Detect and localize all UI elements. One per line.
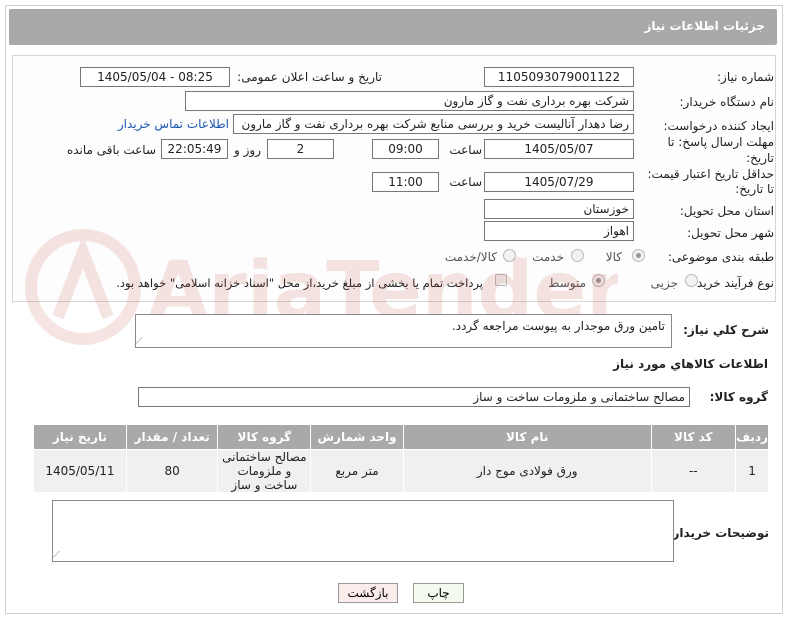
description-label: شرح كلي نياز: (683, 323, 769, 337)
col-name: نام کالا (402, 424, 652, 450)
cell-name: ورق فولادی موج دار (402, 449, 652, 493)
remaining-time-field: 22:05:49 (161, 139, 228, 159)
description-textarea: تامین ورق موجدار به پیوست مراجعه گردد. (134, 314, 672, 348)
cell-code: -- (650, 449, 737, 493)
process-label: نوع فرآیند خرید : (689, 276, 774, 290)
deadline-time-label: ساعت (449, 143, 482, 157)
col-group: گروه کالا (217, 424, 312, 450)
back-button[interactable]: بازگشت (338, 583, 398, 603)
cell-group: مصالح ساختمانی و ملزومات ساخت و ساز (217, 449, 312, 493)
deadline-label: مهلت ارسال پاسخ: تا (667, 135, 774, 149)
city-label: شهر محل تحویل: (687, 226, 774, 240)
page-title: جزئیات اطلاعات نیاز (644, 19, 765, 33)
cell-qty: 80 (125, 449, 219, 493)
days-label: روز و (234, 143, 261, 157)
buyer-notes-label: توضیحات خریدار: (667, 526, 769, 540)
table-row: 1405/05/11 80 مصالح ساختمانی و ملزومات س… (33, 449, 769, 493)
need-number-label: شماره نیاز: (717, 70, 774, 84)
process-option-medium: متوسط (548, 276, 586, 290)
category-label: طبقه بندی موضوعی: (667, 250, 774, 264)
buyer-notes-textarea (51, 500, 674, 562)
cell-unit: متر مربع (310, 449, 404, 493)
announce-field: 1405/05/04 - 08:25 (80, 67, 230, 87)
cell-row: 1 (735, 449, 769, 493)
price-valid-time-field: 11:00 (372, 172, 439, 192)
resize-handle-icon[interactable] (51, 551, 67, 559)
province-label: استان محل تحویل: (679, 204, 774, 218)
col-unit: واحد شمارش (310, 424, 404, 450)
process-option-minor: جزیی (650, 276, 678, 290)
cell-date: 1405/05/11 (33, 449, 127, 493)
price-valid-label-2: تا تاریخ: (735, 182, 774, 196)
goods-table-header: تاریخ نیاز تعداد / مقدار گروه کالا واحد … (33, 424, 769, 450)
payment-treasury-checkbox[interactable] (495, 274, 507, 286)
resize-handle-icon[interactable] (134, 337, 150, 345)
category-radio-service[interactable] (571, 249, 584, 262)
price-valid-time-label: ساعت (449, 175, 482, 189)
remaining-label: ساعت باقی مانده (66, 143, 156, 157)
header-bar: جزئیات اطلاعات نیاز (9, 9, 777, 45)
price-valid-label: حداقل تاریخ اعتبار قیمت: (647, 167, 774, 181)
deadline-date-field: 1405/05/07 (484, 139, 634, 159)
buyer-org-field: شرکت بهره برداری نفت و گاز مارون (185, 91, 634, 111)
process-radio-medium[interactable] (592, 274, 605, 287)
category-option-goods: کالا (605, 250, 622, 264)
category-radio-goods[interactable] (632, 249, 645, 262)
province-field: خوزستان (484, 199, 634, 219)
col-row: رديف (735, 424, 769, 450)
city-field: اهواز (484, 221, 634, 241)
days-field: 2 (267, 139, 334, 159)
goods-group-field: مصالح ساختمانی و ملزومات ساخت و ساز (138, 387, 690, 407)
goods-group-label: گروه كالا: (709, 390, 768, 404)
deadline-label-2: تاریخ: (746, 151, 774, 165)
creator-label: ایجاد کننده درخواست: (663, 119, 774, 133)
category-radio-goods-service[interactable] (503, 249, 516, 262)
process-radio-minor[interactable] (685, 274, 698, 287)
contact-buyer-link[interactable]: اطلاعات تماس خریدار (118, 117, 229, 131)
goods-table: تاریخ نیاز تعداد / مقدار گروه کالا واحد … (33, 424, 769, 493)
col-qty: تعداد / مقدار (125, 424, 219, 450)
payment-note: پرداخت تمام یا بخشی از مبلغ خرید،از محل … (116, 276, 483, 290)
description-text: تامین ورق موجدار به پیوست مراجعه گردد. (451, 319, 665, 333)
buyer-org-label: نام دستگاه خریدار: (679, 95, 775, 109)
price-valid-date-field: 1405/07/29 (484, 172, 634, 192)
category-option-service: خدمت (532, 250, 564, 264)
need-number-field: 1105093079001122 (484, 67, 634, 87)
deadline-time-field: 09:00 (372, 139, 439, 159)
category-option-goods-service: کالا/خدمت (444, 250, 497, 264)
creator-field: رضا دهدار آنالیست خرید و بررسی منابع شرک… (233, 114, 634, 134)
col-date: تاریخ نیاز (33, 424, 127, 450)
goods-section-title: اطلاعات كالاهاي مورد نياز (613, 357, 768, 371)
announce-label: تاریخ و ساعت اعلان عمومی: (237, 70, 382, 84)
print-button[interactable]: چاپ (413, 583, 464, 603)
col-code: کد کالا (650, 424, 737, 450)
